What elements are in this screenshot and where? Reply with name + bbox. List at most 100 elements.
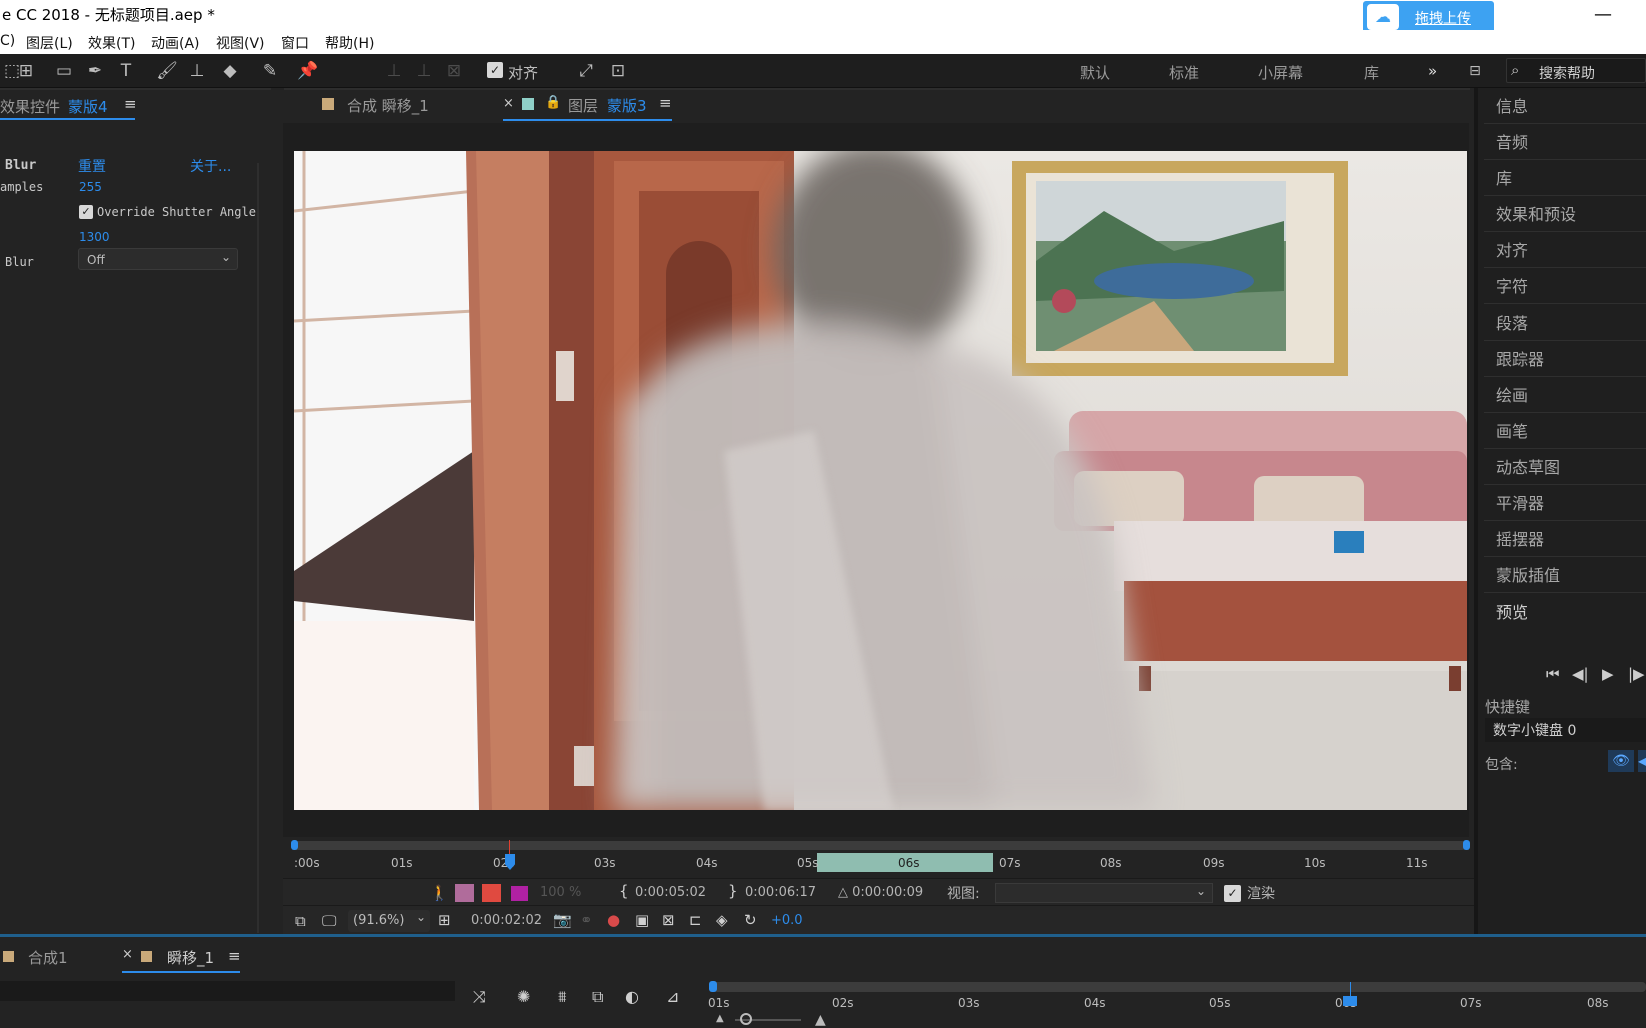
reset-exposure-icon[interactable]: ◈ bbox=[716, 911, 728, 929]
exposure-value[interactable]: +0.0 bbox=[771, 913, 803, 928]
eye-icon[interactable]: 👁 bbox=[1608, 750, 1634, 772]
nav-end-handle[interactable] bbox=[1463, 840, 1470, 850]
brush-tool-icon[interactable]: 🖌 bbox=[155, 59, 179, 83]
effect-controls-tab-label[interactable]: 效果控件 bbox=[0, 96, 60, 117]
menu-help[interactable]: 帮助(H) bbox=[325, 33, 374, 53]
panel-item[interactable]: 摇摆器 bbox=[1496, 526, 1544, 550]
set-in-point-icon[interactable]: { bbox=[619, 882, 629, 900]
reset-link[interactable]: 重置 bbox=[78, 156, 106, 176]
panel-item[interactable]: 动态草图 bbox=[1496, 454, 1560, 478]
panel-item[interactable]: 段落 bbox=[1496, 310, 1528, 334]
zoom-in-icon[interactable]: ▲ bbox=[815, 1012, 826, 1028]
frame-blending-icon[interactable]: ⧉ bbox=[592, 987, 603, 1007]
timeline-menu-icon[interactable]: ≡ bbox=[228, 947, 241, 965]
layer-color-icon[interactable] bbox=[511, 886, 528, 901]
timeline-tab-teleport[interactable]: 瞬移_1 bbox=[167, 947, 214, 968]
panel-item[interactable]: 库 bbox=[1496, 165, 1512, 189]
exposure-icon[interactable]: ↻ bbox=[744, 911, 757, 929]
viewer-tab-layer-name[interactable]: 蒙版3 bbox=[607, 95, 647, 116]
upload-button[interactable]: ☁ 拖拽上传 bbox=[1363, 1, 1494, 33]
panel-item[interactable]: 效果和预设 bbox=[1496, 201, 1576, 225]
menu-composition[interactable]: C) bbox=[0, 33, 15, 49]
opacity-value[interactable]: 100 % bbox=[540, 885, 581, 900]
viewer-tab-layer-prefix[interactable]: 图层 bbox=[568, 95, 598, 116]
menu-effect[interactable]: 效果(T) bbox=[88, 33, 135, 53]
nav-start-handle[interactable] bbox=[291, 840, 298, 850]
timeline-navigator-track[interactable] bbox=[713, 982, 1646, 992]
show-snapshot-icon[interactable]: ⚭ bbox=[580, 911, 593, 929]
workspace-standard[interactable]: 标准 bbox=[1169, 62, 1199, 83]
draft-3d-toggle-icon[interactable]: ✺ bbox=[517, 987, 530, 1006]
workspace-more-icon[interactable]: » bbox=[1428, 62, 1437, 80]
channels-icon[interactable]: ● bbox=[607, 911, 620, 929]
menu-window[interactable]: 窗口 bbox=[281, 33, 309, 53]
zoom-out-icon[interactable]: ▲ bbox=[716, 1013, 724, 1024]
viewer-tab-comp[interactable]: 合成 瞬移_1 bbox=[347, 95, 429, 116]
out-point-time[interactable]: 0:00:06:17 bbox=[745, 885, 816, 900]
rectangle-tool-icon[interactable]: ▭ bbox=[52, 59, 76, 83]
draft-3d-icon[interactable] bbox=[455, 884, 474, 902]
panel-item[interactable]: 跟踪器 bbox=[1496, 346, 1544, 370]
clone-stamp-tool-icon[interactable]: ⊥ bbox=[185, 59, 209, 83]
comp-flowchart-icon[interactable]: ⤨ bbox=[473, 987, 486, 1007]
motion-blur-switch-icon[interactable]: 🚶 bbox=[430, 884, 449, 902]
pan-behind-tool-icon[interactable]: ⊞ bbox=[14, 59, 38, 83]
snap-grid-icon[interactable]: ⊡ bbox=[606, 59, 630, 83]
view-axis-icon[interactable]: ⊠ bbox=[442, 59, 466, 83]
solo-layer-icon[interactable] bbox=[482, 884, 501, 902]
roto-brush-tool-icon[interactable]: ✎ bbox=[258, 59, 282, 83]
effect-name[interactable]: Blur bbox=[5, 158, 36, 173]
close-tab-icon[interactable]: × bbox=[503, 96, 514, 111]
panel-item[interactable]: 平滑器 bbox=[1496, 490, 1544, 514]
transparency-grid-icon[interactable]: ⊠ bbox=[662, 911, 675, 929]
current-time[interactable]: 0:00:02:02 bbox=[471, 913, 542, 928]
samples-value[interactable]: 255 bbox=[79, 180, 102, 194]
panel-item[interactable]: 预览 bbox=[1496, 599, 1528, 623]
lock-icon[interactable]: 🔒 bbox=[545, 95, 561, 110]
timeline-zoom-knob[interactable] bbox=[740, 1013, 752, 1025]
minimize-button[interactable]: — bbox=[1594, 4, 1612, 25]
eraser-tool-icon[interactable]: ◆ bbox=[218, 59, 242, 83]
close-tab-icon[interactable]: × bbox=[122, 947, 133, 962]
next-frame-icon[interactable]: |▶ bbox=[1628, 665, 1645, 683]
play-icon[interactable]: ▶ bbox=[1602, 665, 1614, 683]
graph-editor-icon[interactable]: ⊿ bbox=[666, 987, 679, 1006]
panel-item[interactable]: 对齐 bbox=[1496, 237, 1528, 261]
blur-dropdown[interactable]: Off ⌄ bbox=[78, 248, 238, 270]
panel-item[interactable]: 绘画 bbox=[1496, 382, 1528, 406]
snapshot-icon[interactable]: 📷 bbox=[553, 911, 572, 929]
view-dropdown[interactable]: ⌄ bbox=[995, 883, 1213, 903]
menu-animation[interactable]: 动画(A) bbox=[151, 33, 200, 53]
motion-blur-icon[interactable]: ◐ bbox=[625, 987, 639, 1006]
zoom-dropdown[interactable]: (91.6%) ⌄ bbox=[348, 910, 430, 932]
about-link[interactable]: 关于... bbox=[190, 156, 231, 176]
in-point-time[interactable]: 0:00:05:02 bbox=[635, 885, 706, 900]
region-of-interest-icon[interactable]: ⊏ bbox=[689, 911, 702, 929]
snap-icon[interactable]: ⤢ bbox=[574, 59, 598, 83]
shutter-angle-value[interactable]: 1300 bbox=[79, 230, 110, 244]
safe-margins-icon[interactable]: ⊞ bbox=[438, 911, 451, 929]
panel-item[interactable]: 信息 bbox=[1496, 93, 1528, 117]
puppet-pin-tool-icon[interactable]: 📌 bbox=[296, 59, 320, 83]
fast-preview-icon[interactable]: ▣ bbox=[635, 911, 649, 929]
hide-shy-layers-icon[interactable]: ⩩ bbox=[558, 987, 567, 1007]
panel-item[interactable]: 字符 bbox=[1496, 273, 1528, 297]
menu-view[interactable]: 视图(V) bbox=[216, 33, 265, 53]
type-tool-icon[interactable]: T bbox=[114, 59, 138, 83]
workspace-library[interactable]: 库 bbox=[1364, 62, 1379, 83]
shortcut-dropdown[interactable]: 数字小键盘 0 bbox=[1485, 718, 1646, 742]
menu-layer[interactable]: 图层(L) bbox=[26, 33, 73, 53]
override-shutter-checkbox[interactable]: ✓ bbox=[79, 205, 93, 219]
viewer-menu-icon[interactable]: ≡ bbox=[659, 94, 672, 112]
timeline-nav-start-handle[interactable] bbox=[709, 981, 717, 992]
first-frame-icon[interactable]: ⏮ bbox=[1546, 665, 1560, 683]
pen-tool-icon[interactable]: ✒ bbox=[83, 59, 107, 83]
footage-frame[interactable] bbox=[294, 151, 1467, 810]
local-axis-icon[interactable]: ⊥ bbox=[382, 59, 406, 83]
panel-item[interactable]: 蒙版插值 bbox=[1496, 562, 1560, 586]
time-navigator-track[interactable] bbox=[293, 841, 1466, 850]
speaker-icon[interactable]: ◀ bbox=[1638, 750, 1646, 772]
render-checkbox[interactable]: ✓ bbox=[1224, 885, 1241, 902]
effect-controls-tab-layer[interactable]: 蒙版4 bbox=[68, 96, 108, 117]
align-checkbox[interactable]: ✓ bbox=[487, 62, 503, 78]
